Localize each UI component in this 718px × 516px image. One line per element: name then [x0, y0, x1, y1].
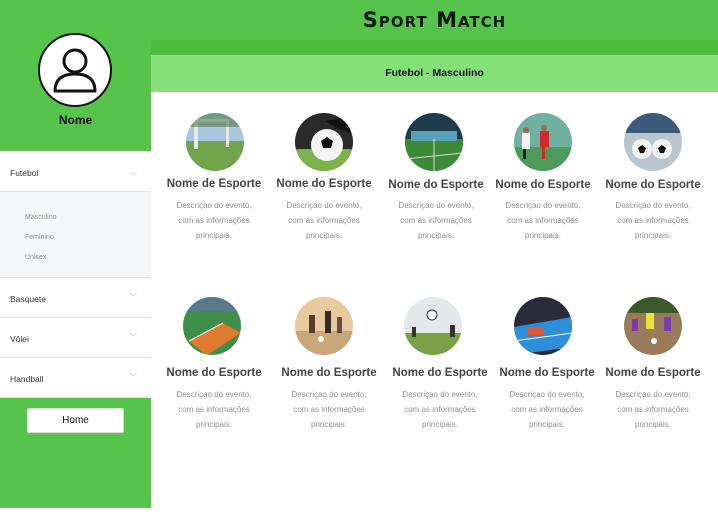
category-title: Futebol - Masculino: [385, 67, 484, 79]
event-card[interactable]: Nome do Esporte Descriçao do evento, com…: [488, 113, 598, 243]
card-desc-line: principais.: [528, 420, 565, 429]
card-title: Nome do Esporte: [605, 367, 701, 379]
card-desc-line: Descriçao do evento,: [176, 201, 252, 210]
card-title: Nome do Esporte: [281, 367, 377, 379]
card-desc-line: com as informações: [288, 216, 360, 225]
card-desc-line: Descriçao do evento,: [505, 201, 581, 210]
card-title: Nome do Esporte: [499, 367, 595, 379]
card-desc-line: com as informações: [507, 216, 579, 225]
card-desc-line: principais.: [195, 231, 232, 240]
futebol-submenu: Masculino Feminino Unisex: [0, 192, 151, 278]
event-card[interactable]: Nome do Esporte Descriçao do evento, com…: [492, 297, 602, 433]
event-card[interactable]: Nome do Esporte Descriçao do evento, com…: [159, 297, 269, 433]
home-button[interactable]: Home: [27, 408, 124, 433]
card-title: Nome do Esporte: [495, 179, 591, 191]
sidebar-menu: Futebol ︿ Masculino Feminino Unisex Basq…: [0, 152, 151, 398]
card-desc-line: principais.: [421, 420, 458, 429]
subheader: Futebol - Masculino: [151, 55, 718, 92]
home-area: Home: [0, 398, 151, 508]
card-desc-line: Descriçao do evento,: [509, 390, 585, 399]
card-desc-line: com as informações: [293, 405, 365, 414]
chevron-down-icon: ﹀: [129, 373, 137, 382]
chevron-up-icon: ︿: [129, 167, 137, 176]
beach-soccer-photo-icon: [295, 297, 353, 355]
card-desc-line: principais.: [417, 231, 454, 240]
sidebar-item-futebol[interactable]: Futebol ︿: [0, 152, 151, 192]
card-description: Descriçao do evento, com as informações …: [492, 387, 602, 432]
card-desc-line: principais.: [310, 420, 347, 429]
sidebar: Nome Futebol ︿ Masculino Feminino Unisex…: [0, 0, 151, 508]
card-description: Descriçao do evento, com as informações …: [159, 387, 269, 432]
card-title: Nome do Esporte: [388, 179, 484, 191]
submenu-item-unisex[interactable]: Unisex: [25, 254, 46, 261]
card-desc-line: com as informações: [400, 216, 472, 225]
sidebar-item-basquete[interactable]: Basquete ﹀: [0, 278, 151, 318]
blue-court-photo-icon: [514, 297, 572, 355]
card-desc-line: Descriçao do evento,: [398, 201, 474, 210]
card-desc-line: principais.: [195, 420, 232, 429]
card-desc-line: Descriçao do evento,: [615, 201, 691, 210]
card-description: Descriçao do evento, com as informações …: [269, 198, 379, 243]
card-title: Nome do Esporte: [166, 367, 262, 379]
chevron-down-icon: ﹀: [129, 333, 137, 342]
card-description: Descriçao do evento, com as informações …: [274, 387, 384, 432]
card-desc-line: com as informações: [404, 405, 476, 414]
event-card[interactable]: Nome do Esporte Descriçao do evento, com…: [598, 113, 708, 243]
sidebar-item-label: Vôlei: [10, 334, 29, 344]
event-card[interactable]: Nome do Esporte Descriçao do evento, com…: [381, 113, 491, 243]
card-desc-line: com as informações: [178, 216, 250, 225]
event-card[interactable]: Nome do Esporte Descriçao do evento, com…: [385, 297, 495, 433]
card-description: Descriçao do evento, com as informações …: [598, 198, 708, 243]
indoor-field-photo-icon: [405, 113, 463, 171]
soccer-ball-photo-icon: [295, 113, 353, 171]
submenu-item-feminino[interactable]: Feminino: [25, 234, 54, 241]
dirt-field-photo-icon: [624, 297, 682, 355]
app-title: Sport Match: [362, 8, 507, 32]
card-desc-line: principais.: [305, 231, 342, 240]
card-desc-line: Descriçao do evento,: [402, 390, 478, 399]
sidebar-item-handball[interactable]: Handball ﹀: [0, 358, 151, 398]
futsal-court-photo-icon: [183, 297, 241, 355]
event-card[interactable]: Nome do Esporte Descriçao do evento, com…: [274, 297, 384, 433]
card-title: Nome do Esporte: [392, 367, 488, 379]
header: Sport Match: [151, 0, 718, 40]
submenu-item-masculino[interactable]: Masculino: [25, 214, 57, 221]
sidebar-item-volei[interactable]: Vôlei ﹀: [0, 318, 151, 358]
card-desc-line: com as informações: [617, 405, 689, 414]
profile-panel: Nome: [0, 0, 151, 151]
card-desc-line: principais.: [634, 420, 671, 429]
card-title: Nome do Esporte: [605, 179, 701, 191]
card-description: Descriçao do evento, com as informações …: [159, 198, 269, 243]
sidebar-item-label: Handball: [10, 374, 44, 384]
card-desc-line: Descriçao do evento,: [291, 390, 367, 399]
card-desc-line: com as informações: [178, 405, 250, 414]
event-card[interactable]: Nome do Esporte Descriçao do evento, com…: [269, 113, 379, 243]
soccer-field-goal-photo-icon: [186, 113, 244, 171]
card-title: Nome do Esporte: [276, 178, 372, 190]
sidebar-item-label: Basquete: [10, 294, 46, 304]
card-title: Nome de Esporte: [166, 178, 262, 190]
ball-in-air-photo-icon: [404, 297, 462, 355]
event-card[interactable]: Nome de Esporte Descriçao do evento, com…: [159, 113, 269, 243]
header-stripe: [151, 40, 718, 55]
card-desc-line: principais.: [524, 231, 561, 240]
card-desc-line: com as informações: [617, 216, 689, 225]
event-card[interactable]: Nome do Esporte Descriçao do evento, com…: [598, 297, 708, 433]
user-avatar-icon[interactable]: [38, 33, 112, 107]
app-root: Nome Futebol ︿ Masculino Feminino Unisex…: [0, 0, 718, 516]
card-desc-line: Descriçao do evento,: [286, 201, 362, 210]
soccer-balls-photo-icon: [624, 113, 682, 171]
card-description: Descriçao do evento, com as informações …: [385, 387, 495, 432]
sidebar-item-label: Futebol: [10, 168, 39, 178]
card-desc-line: Descriçao do evento,: [615, 390, 691, 399]
card-description: Descriçao do evento, com as informações …: [381, 198, 491, 243]
card-desc-line: principais.: [634, 231, 671, 240]
profile-name: Nome: [58, 113, 93, 127]
card-description: Descriçao do evento, com as informações …: [488, 198, 598, 243]
card-description: Descriçao do evento, com as informações …: [598, 387, 708, 432]
card-desc-line: Descriçao do evento,: [176, 390, 252, 399]
players-match-photo-icon: [514, 113, 572, 171]
chevron-down-icon: ﹀: [129, 293, 137, 302]
card-desc-line: com as informações: [511, 405, 583, 414]
